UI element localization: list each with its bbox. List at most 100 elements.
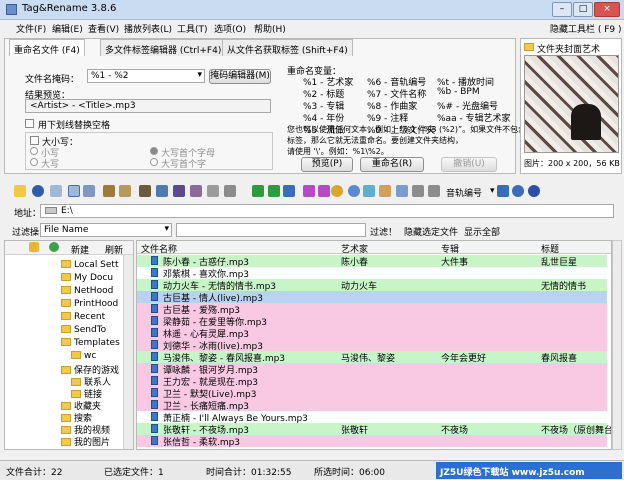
back-icon[interactable] <box>49 242 59 252</box>
table-row[interactable]: 马浚伟、黎姿 - 春风报喜.mp3 马浚伟、黎姿 今年会更好 春风报喜 <box>137 351 607 364</box>
preview-button[interactable]: 预览(P) <box>301 157 353 172</box>
down-icon[interactable] <box>318 185 330 197</box>
tree-item[interactable]: wc <box>71 351 96 363</box>
rename-button[interactable]: 重命名(R) <box>360 157 424 172</box>
grid-view-icon[interactable] <box>83 185 95 197</box>
table-row[interactable]: 张信哲 - 柔软.mp3 <box>137 435 607 448</box>
tree-item[interactable]: 我的图片 <box>61 435 110 448</box>
table-row[interactable]: 林遥 - 心有灵犀.mp3 <box>137 327 607 340</box>
radio-lower[interactable] <box>30 147 38 155</box>
tree-item[interactable]: SendTo <box>61 325 106 337</box>
tree-item[interactable]: 保存的游戏 <box>61 363 119 376</box>
menu-playlist[interactable]: 播放列表(L) <box>124 22 172 35</box>
show-all-button[interactable]: 显示全部 <box>464 225 500 238</box>
table-row[interactable]: 刘德华 - 冰雨(live).mp3 <box>137 339 607 352</box>
tree-refresh-button[interactable]: 刷新 <box>105 243 123 256</box>
underscore-checkbox[interactable] <box>25 119 34 128</box>
table-row[interactable]: 卫兰 - 长痛短痛.mp3 <box>137 399 607 412</box>
tag-icon[interactable] <box>363 185 375 197</box>
cut-icon[interactable] <box>103 185 115 197</box>
menu-help[interactable]: 帮助(H) <box>254 22 286 35</box>
list-view-icon[interactable] <box>50 185 62 197</box>
format-icon[interactable] <box>190 185 202 197</box>
mask-editor-button[interactable]: 掩码编辑器(M) <box>209 69 271 84</box>
tree-scrollbar[interactable] <box>123 255 133 449</box>
tree-item[interactable]: NetHood <box>61 286 113 298</box>
table-row[interactable]: 萧正楠 - I'll Always Be Yours.mp3 <box>137 411 607 424</box>
table-row[interactable]: 古巨基 - 情人(live).mp3 <box>137 291 607 304</box>
radio-cap-first-word[interactable] <box>150 158 158 166</box>
case-icon[interactable] <box>207 185 219 197</box>
copy-tags-icon[interactable] <box>396 185 408 197</box>
play-next-icon[interactable] <box>268 185 280 197</box>
col-artist[interactable]: 艺术家 <box>341 242 368 255</box>
maximize-button[interactable]: □ <box>573 2 593 17</box>
filter-button[interactable]: 过滤！ <box>370 225 397 238</box>
table-row[interactable]: 张敬轩 - 不夜场.mp3 张敬轩 不夜场 不夜场（原创舞台 <box>137 423 611 436</box>
font-icon[interactable] <box>224 185 236 197</box>
help-icon[interactable] <box>512 185 524 197</box>
refresh-icon[interactable] <box>32 185 44 197</box>
tab-multi-editor[interactable]: 多文件标签编辑器 (Ctrl+F4) <box>100 39 227 56</box>
edit-pen2-icon[interactable] <box>156 185 168 197</box>
radio-upper[interactable] <box>30 158 38 166</box>
hide-selected-button[interactable]: 隐藏选定文件 <box>404 225 458 238</box>
tools-icon[interactable] <box>412 185 424 197</box>
menu-tools[interactable]: 工具(T) <box>177 22 208 35</box>
menu-view[interactable]: 查看(V) <box>88 22 119 35</box>
minimize-button[interactable]: – <box>552 2 572 17</box>
text-icon[interactable] <box>173 185 185 197</box>
tree-item[interactable]: Templates <box>61 338 120 350</box>
playlist-icon[interactable] <box>283 185 295 197</box>
table-row[interactable]: 邓紫棋 - 喜欢你.mp3 <box>137 267 607 280</box>
tab-rename[interactable]: 重命名文件 (F4) <box>9 39 85 56</box>
table-row[interactable]: 古巨基 - 爱殇.mp3 <box>137 303 607 316</box>
hide-toolbar-toggle[interactable]: 隐藏工具栏 ( F9 ) <box>550 22 622 35</box>
col-filename[interactable]: 文件名称 <box>141 242 177 255</box>
image-icon[interactable] <box>379 185 391 197</box>
up-icon[interactable] <box>303 185 315 197</box>
filter-input[interactable] <box>176 223 366 237</box>
case-checkbox[interactable] <box>30 136 39 145</box>
filter-field-select[interactable]: File Name ▾ <box>40 223 172 237</box>
tree-item[interactable]: My Docu <box>61 273 113 285</box>
radio-cap-first-letter[interactable] <box>150 147 158 155</box>
edit-pen-icon[interactable] <box>139 185 151 197</box>
play-icon[interactable] <box>252 185 264 197</box>
cd-icon[interactable] <box>331 185 343 197</box>
tree-item[interactable]: Recent <box>61 312 105 324</box>
table-row[interactable]: 梁静茹 - 在爱里等你.mp3 <box>137 315 607 328</box>
menu-options[interactable]: 选项(O) <box>214 22 246 35</box>
copy-icon[interactable] <box>119 185 131 197</box>
tree-item[interactable]: 我的视频 <box>61 423 110 436</box>
table-row[interactable]: 王力宏 - 就是现在.mp3 <box>137 375 607 388</box>
tree-new-button[interactable]: 新建 <box>71 243 89 256</box>
table-row[interactable]: 卫兰 - 默契(Live).mp3 <box>137 387 607 400</box>
mask-input[interactable]: %1 - %2 ▾ <box>87 69 205 83</box>
tab-from-filename[interactable]: 从文件名获取标签 (Shift+F4) <box>222 39 353 56</box>
favorites-star-icon[interactable] <box>29 242 39 252</box>
tree-item[interactable]: 收藏夹 <box>61 399 101 412</box>
list-scrollbar[interactable] <box>612 240 622 450</box>
settings-icon[interactable] <box>428 185 440 197</box>
menu-edit[interactable]: 编辑(E) <box>52 22 83 35</box>
address-input[interactable]: E:\ <box>40 204 614 218</box>
tree-item[interactable]: PrintHood <box>61 299 118 311</box>
col-title[interactable]: 标题 <box>541 242 559 255</box>
menu-file[interactable]: 文件(F) <box>16 22 46 35</box>
table-row[interactable]: 动力火车 - 无情的情书.mp3 动力火车 无情的情书 <box>137 279 607 292</box>
tree-item[interactable]: 搜索 <box>61 411 92 424</box>
info-icon[interactable] <box>528 185 540 197</box>
open-folder-icon[interactable] <box>14 185 26 197</box>
table-row[interactable]: 陈小春 - 古惑仔.mp3 陈小春 大件事 乱世巨星 <box>137 255 607 268</box>
undo-button[interactable]: 撤销(U) <box>441 157 497 172</box>
web-icon[interactable] <box>348 185 360 197</box>
sort-icon[interactable] <box>497 185 509 197</box>
close-button[interactable]: × <box>594 2 620 17</box>
col-album[interactable]: 专辑 <box>441 242 459 255</box>
tree-item[interactable]: Local Sett <box>61 260 119 272</box>
tree-item[interactable]: 联系人 <box>71 375 111 388</box>
track-number-dropdown[interactable]: 音轨编号 <box>446 186 482 199</box>
tree-item[interactable]: 链接 <box>71 387 102 400</box>
details-view-icon[interactable] <box>68 185 80 197</box>
